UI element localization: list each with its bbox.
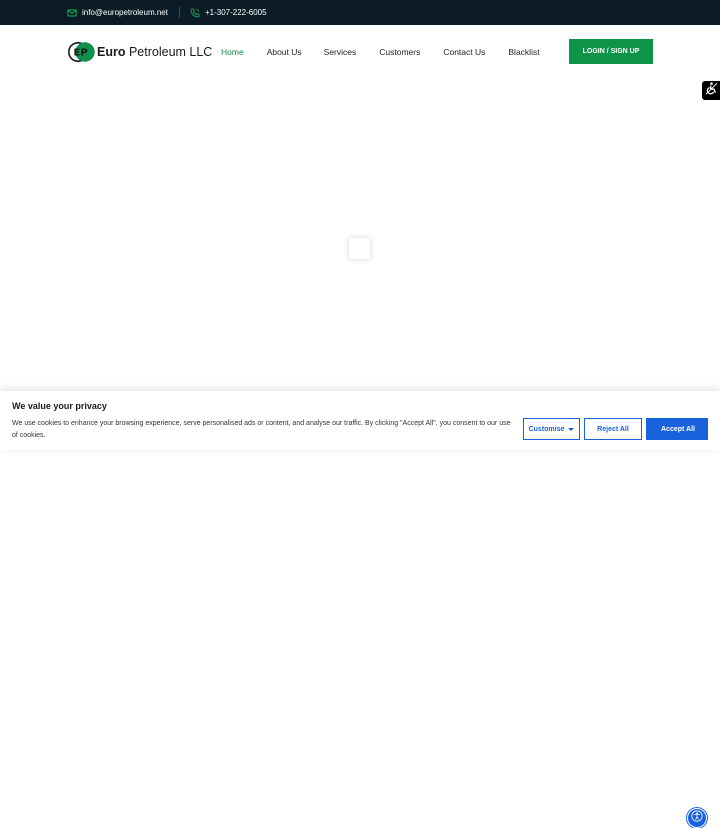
top-contact-bar: info@europetroleum.net +1-307-222-6005 [0, 0, 720, 25]
nav-item-services[interactable]: Services [324, 47, 357, 57]
email-contact[interactable]: info@europetroleum.net [67, 8, 168, 18]
mail-icon [67, 8, 77, 18]
wheelchair-icon [705, 81, 718, 100]
nav-item-contact-us[interactable]: Contact Us [443, 47, 485, 57]
accessibility-toggle[interactable] [702, 81, 720, 100]
reject-all-button[interactable]: Reject All [584, 418, 642, 440]
phone-text[interactable]: +1-307-222-6005 [205, 8, 267, 17]
brand-logo[interactable]: EP Euro Petroleum LLC [68, 42, 212, 62]
email-text[interactable]: info@europetroleum.net [82, 8, 168, 17]
customise-label: Customise [528, 425, 565, 433]
divider [178, 7, 180, 18]
accessibility-widget-button[interactable] [687, 808, 707, 828]
logo-mark-text: EP [74, 48, 88, 59]
caret-down-icon [568, 427, 575, 431]
cookie-consent-banner: We value your privacy We use cookies to … [0, 391, 720, 828]
main-navigation: EP Euro Petroleum LLC Home About Us Serv… [0, 25, 720, 81]
login-signup-button[interactable]: LOGIN / SIGN UP [569, 39, 653, 64]
ep-logo-icon: EP [68, 42, 95, 62]
nav-item-about-us[interactable]: About Us [267, 47, 302, 57]
page-loader [349, 238, 370, 259]
nav-menu: Home About Us Services Customers Contact… [221, 47, 540, 57]
brand-name: Euro Petroleum LLC [97, 45, 212, 59]
cookie-title: We value your privacy [12, 401, 107, 411]
nav-item-blacklist[interactable]: Blacklist [508, 47, 539, 57]
customise-button[interactable]: Customise [523, 418, 580, 440]
nav-item-home[interactable]: Home [221, 47, 244, 57]
nav-item-customers[interactable]: Customers [379, 47, 420, 57]
brand-name-rest: Petroleum LLC [125, 45, 213, 59]
phone-contact[interactable]: +1-307-222-6005 [190, 8, 267, 18]
accept-all-button[interactable]: Accept All [646, 418, 708, 440]
phone-icon [190, 8, 200, 18]
cookie-description: We use cookies to enhance your browsing … [12, 420, 511, 439]
accessibility-person-icon [691, 809, 703, 827]
brand-name-bold: Euro [97, 45, 126, 59]
